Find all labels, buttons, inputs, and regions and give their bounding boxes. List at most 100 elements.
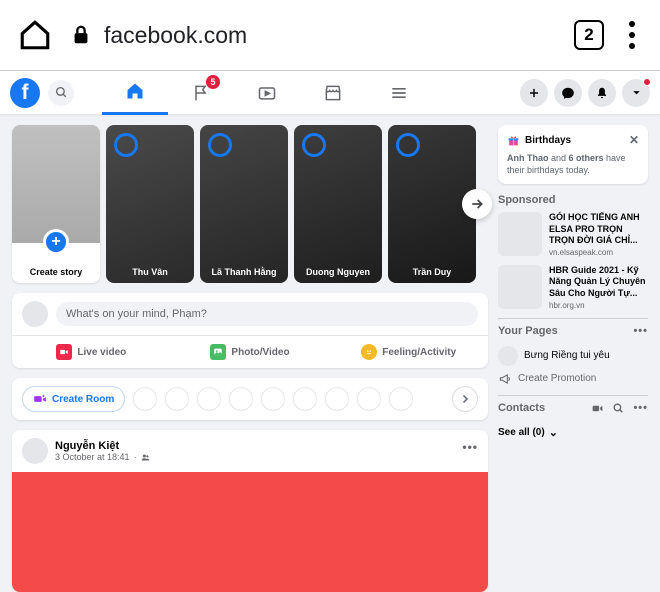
- photo-icon: [210, 344, 226, 360]
- contacts-more-icon[interactable]: •••: [633, 402, 648, 414]
- notifications-button[interactable]: [588, 79, 616, 107]
- birthdays-card: Birthdays ✕ Anh Thao and 6 others have t…: [498, 125, 648, 184]
- sponsored-item[interactable]: HBR Guide 2021 - Kỹ Năng Quản Lý Chuyên …: [498, 265, 648, 310]
- story-ring: [302, 133, 326, 157]
- create-story-card[interactable]: + Create story: [12, 125, 100, 283]
- account-button[interactable]: [622, 79, 650, 107]
- photo-video-button[interactable]: Photo/Video: [171, 336, 330, 368]
- megaphone-icon: [498, 372, 512, 386]
- nav-marketplace[interactable]: [300, 71, 366, 115]
- nav-pages[interactable]: 5: [168, 71, 234, 115]
- fb-top-nav: f 5: [0, 71, 660, 115]
- page-avatar: [498, 346, 518, 366]
- sponsored-thumb: [498, 265, 542, 309]
- room-contact[interactable]: [293, 387, 317, 411]
- create-button[interactable]: [520, 79, 548, 107]
- home-icon: [125, 81, 145, 101]
- see-all-contacts[interactable]: See all (0): [498, 421, 648, 441]
- close-icon[interactable]: ✕: [629, 133, 639, 147]
- rooms-next-button[interactable]: [452, 386, 478, 412]
- sponsored-header: Sponsored: [498, 194, 648, 206]
- sponsored-title: GÓI HỌC TIẾNG ANH ELSA PRO TRỌN TRỌN ĐỜI…: [549, 212, 648, 246]
- browser-home-icon[interactable]: [18, 18, 52, 52]
- sponsored-title: HBR Guide 2021 - Kỹ Năng Quản Lý Chuyên …: [549, 265, 648, 299]
- url-bar[interactable]: facebook.com: [70, 22, 556, 49]
- story-ring: [396, 133, 420, 157]
- contacts-header: Contacts •••: [498, 402, 648, 415]
- room-contact[interactable]: [357, 387, 381, 411]
- nav-menu[interactable]: [366, 71, 432, 115]
- divider: [498, 395, 648, 396]
- rooms-card: Create Room: [12, 378, 488, 420]
- search-icon[interactable]: [612, 402, 625, 415]
- post-composer: What's on your mind, Phạm? Live video Ph…: [12, 293, 488, 368]
- feeling-button[interactable]: Feeling/Activity: [329, 336, 488, 368]
- post-meta: 3 October at 18:41 ·: [55, 452, 150, 462]
- hamburger-icon: [389, 83, 409, 103]
- story-name: Duong Nguyen: [294, 267, 382, 277]
- room-contact[interactable]: [325, 387, 349, 411]
- room-contact[interactable]: [389, 387, 413, 411]
- divider: [498, 318, 648, 319]
- page-link[interactable]: Bưng Riềng tui yêu: [498, 343, 648, 369]
- room-contact[interactable]: [229, 387, 253, 411]
- room-contact[interactable]: [197, 387, 221, 411]
- watch-icon: [257, 83, 277, 103]
- chevron-right-icon: [459, 393, 471, 405]
- story-name: Thu Vân: [106, 267, 194, 277]
- room-contact[interactable]: [261, 387, 285, 411]
- create-room-button[interactable]: Create Room: [22, 386, 125, 412]
- room-contact[interactable]: [133, 387, 157, 411]
- avatar[interactable]: [22, 301, 48, 327]
- story-name: Lã Thanh Hằng: [200, 267, 288, 277]
- pages-more-icon[interactable]: •••: [633, 325, 648, 337]
- messenger-button[interactable]: [554, 79, 582, 107]
- search-icon: [55, 86, 68, 99]
- room-contact[interactable]: [165, 387, 189, 411]
- room-icon: [33, 392, 47, 406]
- video-icon: [56, 344, 72, 360]
- arrow-right-icon: [469, 196, 485, 212]
- post-author-avatar[interactable]: [22, 438, 48, 464]
- flag-badge: 5: [206, 75, 220, 89]
- top-right-actions: [520, 79, 650, 107]
- story-ring: [114, 133, 138, 157]
- browser-menu-icon[interactable]: [622, 17, 642, 53]
- plus-icon: +: [43, 229, 69, 255]
- sponsored-domain: hbr.org.vn: [549, 301, 648, 310]
- nav-watch[interactable]: [234, 71, 300, 115]
- marketplace-icon: [323, 83, 343, 103]
- friends-icon: [141, 453, 150, 462]
- facebook-logo[interactable]: f: [10, 78, 40, 108]
- story-ring: [208, 133, 232, 157]
- story-name: Trần Duy: [388, 267, 476, 277]
- story-card[interactable]: Thu Vân: [106, 125, 194, 283]
- browser-chrome: facebook.com 2: [0, 0, 660, 70]
- post-author-name[interactable]: Nguyễn Kiệt: [55, 440, 150, 452]
- gift-icon: [507, 134, 520, 147]
- sponsored-item[interactable]: GÓI HỌC TIẾNG ANH ELSA PRO TRỌN TRỌN ĐỜI…: [498, 212, 648, 257]
- stories-next-button[interactable]: [462, 189, 492, 219]
- composer-input[interactable]: What's on your mind, Phạm?: [56, 302, 478, 326]
- live-video-button[interactable]: Live video: [12, 336, 171, 368]
- feeling-icon: [361, 344, 377, 360]
- lock-icon: [70, 24, 92, 46]
- nav-tabs: 5: [102, 71, 432, 115]
- story-card[interactable]: Lã Thanh Hằng: [200, 125, 288, 283]
- birthdays-title: Birthdays: [525, 135, 571, 146]
- tab-count-button[interactable]: 2: [574, 20, 604, 50]
- create-story-label: Create story: [30, 267, 83, 277]
- notification-dot: [643, 78, 651, 86]
- search-button[interactable]: [48, 80, 74, 106]
- bell-icon: [595, 86, 609, 100]
- sponsored-domain: vn.elsaspeak.com: [549, 248, 648, 257]
- create-promotion-link[interactable]: Create Promotion: [498, 369, 648, 389]
- birthdays-text: Anh Thao and 6 others have their birthda…: [507, 152, 639, 176]
- video-icon[interactable]: [591, 402, 604, 415]
- story-card[interactable]: Duong Nguyen: [294, 125, 382, 283]
- post-more-button[interactable]: •••: [462, 440, 478, 454]
- chevron-down-icon: [631, 87, 642, 98]
- nav-home[interactable]: [102, 71, 168, 115]
- stories-row: + Create story Thu Vân Lã Thanh Hằng Duo…: [12, 125, 488, 283]
- url-text: facebook.com: [104, 22, 247, 49]
